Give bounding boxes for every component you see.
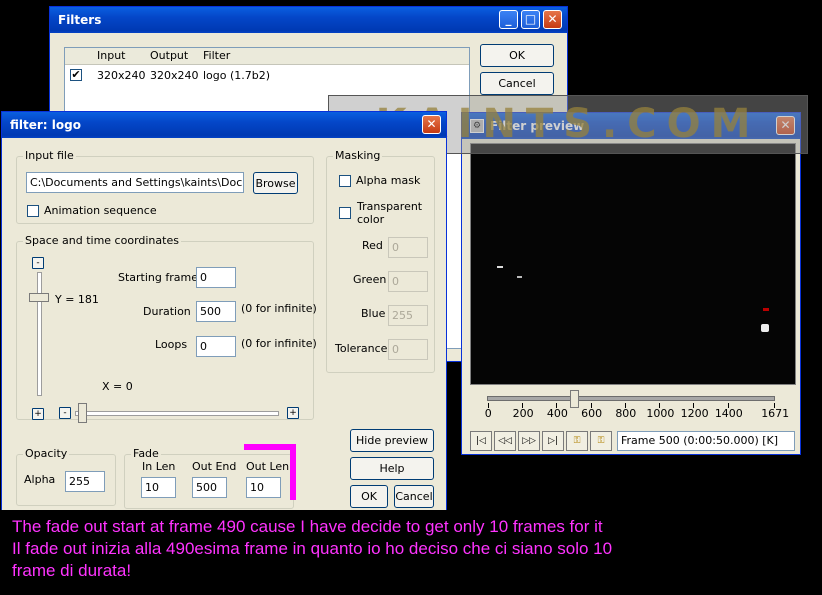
animation-sequence-label: Animation sequence <box>44 204 157 217</box>
start-button[interactable]: |◁ <box>470 431 492 451</box>
duration-input[interactable]: 500 <box>196 301 236 322</box>
input-file-label: Input file <box>23 149 76 162</box>
out-len-label: Out Len <box>246 460 290 473</box>
highlight-bracket-vertical <box>290 444 296 500</box>
column-output[interactable]: Output <box>150 49 188 62</box>
green-label: Green <box>353 273 387 286</box>
masking-label: Masking <box>333 149 383 162</box>
maximize-button[interactable]: □ <box>521 10 540 29</box>
alpha-label: Alpha <box>24 473 56 486</box>
starting-frame-label: Starting frame <box>118 271 198 284</box>
minimize-button[interactable]: _ <box>499 10 518 29</box>
timeline-tick-label: 1200 <box>680 407 709 420</box>
dialog-close-button[interactable]: ✕ <box>422 115 441 134</box>
transparent-color-label: Transparent color <box>357 200 423 226</box>
y-minus-button[interactable]: - <box>32 257 44 269</box>
out-len-input[interactable]: 10 <box>246 477 281 498</box>
filters-title: Filters <box>50 7 567 33</box>
x-value: X = 0 <box>102 380 133 393</box>
logo-dialog: filter: logo ✕ Input file C:\Documents a… <box>1 111 447 521</box>
timeline-thumb[interactable] <box>569 390 579 408</box>
timeline-tick-label: 800 <box>615 407 637 420</box>
coordinates-label: Space and time coordinates <box>23 234 181 247</box>
input-file-group: Input file C:\Documents and Settings\kai… <box>16 149 314 224</box>
tolerance-input[interactable]: 0 <box>388 339 428 360</box>
opacity-label: Opacity <box>23 447 70 460</box>
rewind-button[interactable]: ◁◁ <box>494 431 516 451</box>
prev-key-icon[interactable]: ⚿ <box>566 431 588 451</box>
column-filter[interactable]: Filter <box>203 49 230 62</box>
caption-line-2: Il fade out inizia alla 490esima frame i… <box>12 539 613 558</box>
timeline-track[interactable] <box>487 396 775 401</box>
forward-button[interactable]: ▷▷ <box>518 431 540 451</box>
browse-button[interactable]: Browse <box>253 172 298 194</box>
filters-cancel-button[interactable]: Cancel <box>480 72 554 95</box>
x-plus-button[interactable]: + <box>287 407 299 419</box>
coordinates-group: Space and time coordinates - Y = 181 + S… <box>16 234 317 423</box>
timeline-tick-label: 1400 <box>714 407 743 420</box>
green-input[interactable]: 0 <box>388 271 428 292</box>
dialog-title: filter: logo <box>2 112 446 138</box>
loops-label: Loops <box>155 338 188 351</box>
filter-enabled-checkbox[interactable]: ✔ <box>70 69 82 81</box>
out-end-input[interactable]: 500 <box>192 477 227 498</box>
tolerance-label: Tolerance <box>335 342 388 355</box>
table-row[interactable]: ✔ 320x240 320x240 logo (1.7b2) <box>65 68 469 84</box>
transparent-color-checkbox[interactable] <box>339 207 351 219</box>
fade-label: Fade <box>131 447 161 460</box>
filters-ok-button[interactable]: OK <box>480 44 554 67</box>
input-file-path[interactable]: C:\Documents and Settings\kaints\Docume <box>26 172 244 193</box>
timeline-tick-label: 1671 <box>761 407 790 420</box>
out-end-label: Out End <box>192 460 237 473</box>
caption: The fade out start at frame 490 cause I … <box>0 510 822 595</box>
close-button[interactable]: ✕ <box>543 10 562 29</box>
dialog-ok-button[interactable]: OK <box>350 485 388 508</box>
in-len-input[interactable]: 10 <box>141 477 176 498</box>
x-minus-button[interactable]: - <box>59 407 71 419</box>
dialog-cancel-button[interactable]: Cancel <box>394 485 434 508</box>
hide-preview-button[interactable]: Hide preview <box>350 429 434 452</box>
loops-hint: (0 for infinite) <box>241 337 317 350</box>
row-filter: logo (1.7b2) <box>203 69 271 82</box>
y-slider-track[interactable] <box>37 272 42 396</box>
y-value: Y = 181 <box>55 293 99 306</box>
loops-input[interactable]: 0 <box>196 336 236 357</box>
caption-line-1: The fade out start at frame 490 cause I … <box>12 517 603 536</box>
y-slider-thumb[interactable] <box>29 293 49 302</box>
timeline-tick-label: 600 <box>581 407 603 420</box>
in-len-label: In Len <box>142 460 176 473</box>
end-button[interactable]: ▷| <box>542 431 564 451</box>
help-button[interactable]: Help <box>350 457 434 480</box>
starting-frame-input[interactable]: 0 <box>196 267 236 288</box>
duration-label: Duration <box>143 305 191 318</box>
timeline-tick-label: 200 <box>512 407 534 420</box>
y-plus-button[interactable]: + <box>32 408 44 420</box>
timeline-tick-label: 0 <box>484 407 492 420</box>
red-label: Red <box>362 239 383 252</box>
fade-group: Fade In Len 10 Out End 500 Out Len 10 <box>124 447 294 509</box>
red-input[interactable]: 0 <box>388 237 428 258</box>
x-slider-track[interactable] <box>75 411 279 416</box>
alpha-mask-label: Alpha mask <box>356 174 421 187</box>
column-input[interactable]: Input <box>97 49 125 62</box>
preview-canvas <box>470 143 796 385</box>
row-input: 320x240 <box>97 69 146 82</box>
masking-group: Masking Alpha mask Transparent color Red… <box>326 149 435 373</box>
caption-line-3: frame di durata! <box>12 561 132 580</box>
alpha-mask-checkbox[interactable] <box>339 175 351 187</box>
preview-window: Filter preview ⚙ ✕ 0 200 400 600 800 1000 1200… <box>461 112 801 455</box>
highlight-bracket <box>244 444 296 450</box>
alpha-input[interactable]: 255 <box>65 471 105 492</box>
opacity-group: Opacity Alpha 255 <box>16 447 116 506</box>
blue-input[interactable]: 255 <box>388 305 428 326</box>
timeline-tick-label: 400 <box>546 407 568 420</box>
animation-sequence-checkbox[interactable] <box>27 205 39 217</box>
next-key-icon[interactable]: ⚿ <box>590 431 612 451</box>
duration-hint: (0 for infinite) <box>241 302 317 315</box>
blue-label: Blue <box>361 307 386 320</box>
x-slider-thumb[interactable] <box>78 403 87 423</box>
frame-status: Frame 500 (0:00:50.000) [K] <box>617 431 795 451</box>
row-output: 320x240 <box>150 69 199 82</box>
timeline-tick-label: 1000 <box>646 407 675 420</box>
